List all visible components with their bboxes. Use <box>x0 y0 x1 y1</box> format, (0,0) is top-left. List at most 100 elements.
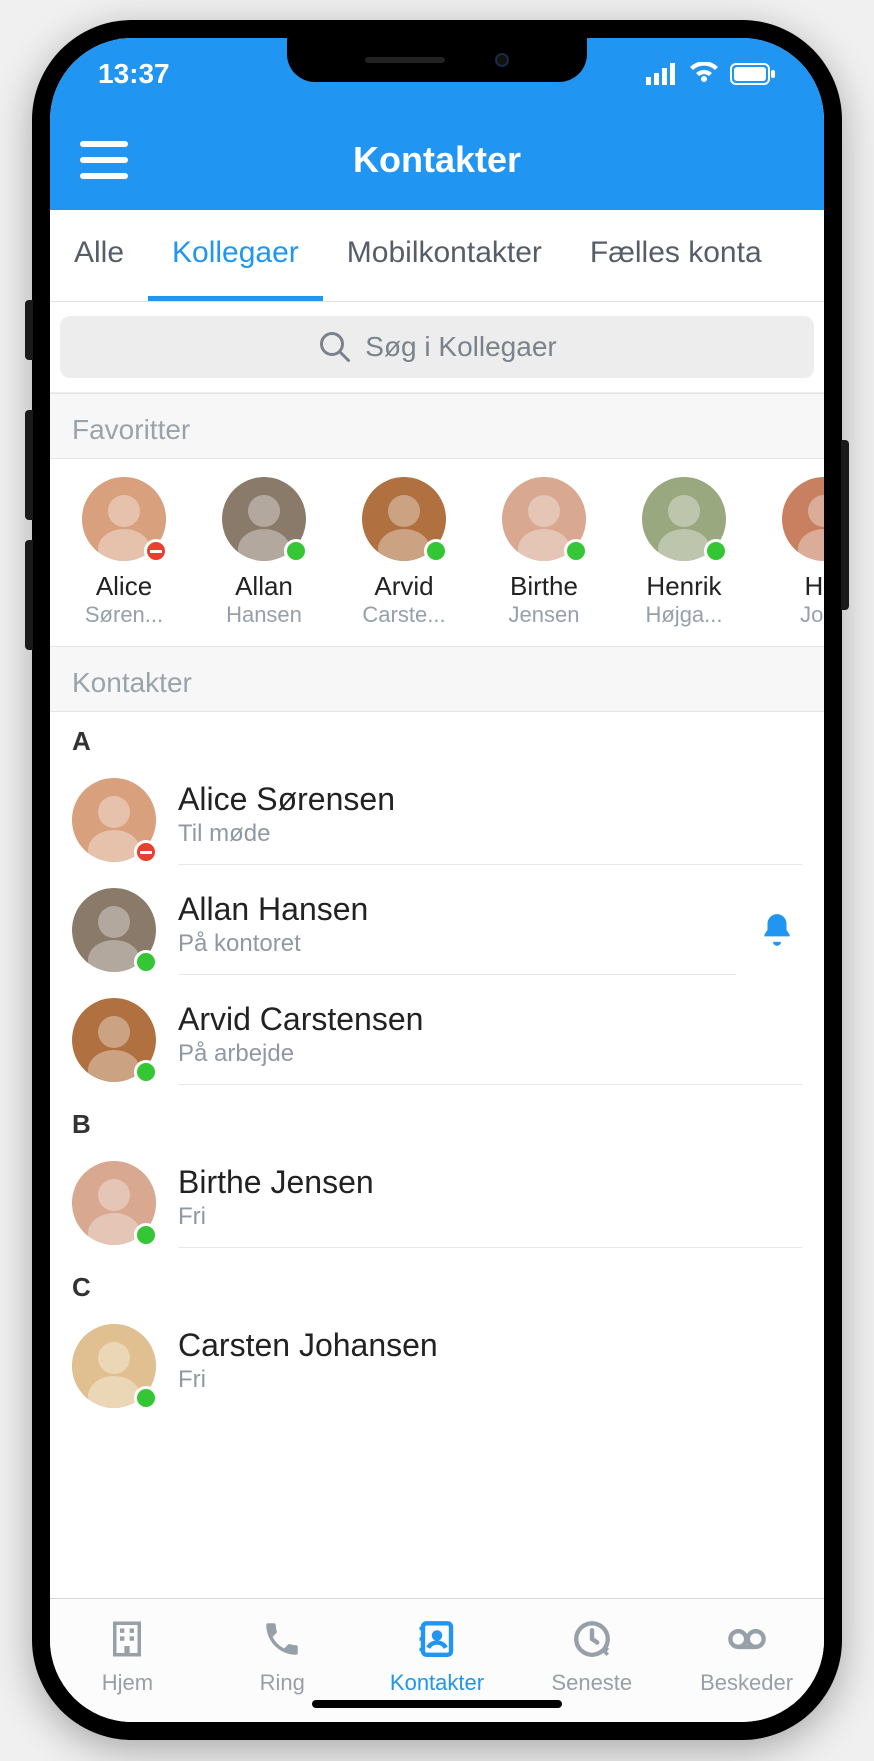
contact-name: Birthe Jensen <box>178 1164 802 1201</box>
battery-icon <box>730 63 776 85</box>
presence-green-icon <box>134 1060 158 1084</box>
favorite-last-name: Hansen <box>208 602 320 628</box>
tabbar-label: Seneste <box>551 1670 632 1696</box>
contact-row[interactable]: Arvid Carstensen På arbejde <box>50 985 824 1095</box>
contact-info: Allan Hansen På kontoret <box>178 885 736 975</box>
avatar <box>82 477 166 561</box>
contact-info: Alice Sørensen Til møde <box>178 775 802 865</box>
phone-icon <box>261 1618 303 1666</box>
section-letter: C <box>50 1258 824 1311</box>
favorite-first-name: Allan <box>208 571 320 602</box>
contact-row[interactable]: Alice Sørensen Til møde <box>50 765 824 875</box>
contact-status: På kontoret <box>178 930 736 958</box>
status-time: 13:37 <box>98 58 170 90</box>
contact-info: Carsten Johansen Fri <box>178 1321 802 1410</box>
avatar <box>222 477 306 561</box>
status-icons <box>646 62 776 86</box>
contacts-icon <box>416 1618 458 1666</box>
favorite-first-name: Alice <box>68 571 180 602</box>
cellular-icon <box>646 63 678 85</box>
wifi-icon <box>688 62 720 86</box>
home-indicator[interactable] <box>312 1700 562 1708</box>
contact-name: Arvid Carstensen <box>178 1001 802 1038</box>
tab-kollegaer[interactable]: Kollegaer <box>148 210 323 301</box>
presence-green-icon <box>704 539 728 563</box>
favorite-last-name: Carste... <box>348 602 460 628</box>
presence-green-icon <box>424 539 448 563</box>
avatar <box>72 998 156 1082</box>
voicemail-icon <box>726 1618 768 1666</box>
favorite-first-name: Hel <box>768 571 824 602</box>
favorites-row[interactable]: Alice Søren... Allan Hansen Arvid Carste… <box>50 459 824 646</box>
favorite-last-name: Jensen <box>488 602 600 628</box>
avatar <box>782 477 824 561</box>
page-title: Kontakter <box>50 139 824 181</box>
avatar <box>642 477 726 561</box>
search-placeholder: Søg i Kollegaer <box>365 331 556 363</box>
favorite-first-name: Arvid <box>348 571 460 602</box>
presence-green-icon <box>284 539 308 563</box>
contacts-list[interactable]: A Alice Sørensen Til møde Allan Hansen P… <box>50 712 824 1598</box>
avatar <box>502 477 586 561</box>
avatar <box>72 778 156 862</box>
favorite-item[interactable]: Allan Hansen <box>208 477 320 628</box>
contact-row[interactable]: Carsten Johansen Fri <box>50 1311 824 1420</box>
side-button <box>25 540 33 650</box>
section-letter: A <box>50 712 824 765</box>
presence-red-icon <box>144 539 168 563</box>
presence-red-icon <box>134 840 158 864</box>
side-button <box>25 410 33 520</box>
bell-icon <box>758 911 796 949</box>
tab-mobilkontakter[interactable]: Mobilkontakter <box>323 210 566 301</box>
tabbar-voicemail[interactable]: Beskeder <box>669 1599 824 1714</box>
avatar <box>72 1161 156 1245</box>
contacts-header: Kontakter <box>50 646 824 712</box>
tab-alle[interactable]: Alle <box>50 210 148 301</box>
tabbar-contacts[interactable]: Kontakter <box>360 1599 515 1714</box>
menu-button[interactable] <box>80 141 128 179</box>
tab-fælles konta[interactable]: Fælles konta <box>566 210 786 301</box>
tabbar-phone[interactable]: Ring <box>205 1599 360 1714</box>
favorite-item[interactable]: Hel John <box>768 477 824 628</box>
favorites-header: Favoritter <box>50 393 824 459</box>
favorite-item[interactable]: Henrik Højga... <box>628 477 740 628</box>
avatar <box>72 888 156 972</box>
phone-frame: 13:37 Kontakter AlleKollegaerMobilkontak… <box>32 20 842 1740</box>
search-container: Søg i Kollegaer <box>50 302 824 393</box>
favorite-last-name: John <box>768 602 824 628</box>
contact-row[interactable]: Birthe Jensen Fri <box>50 1148 824 1258</box>
contact-info: Arvid Carstensen På arbejde <box>178 995 802 1085</box>
building-icon <box>106 1618 148 1666</box>
tab-bar: AlleKollegaerMobilkontakterFælles konta <box>50 210 824 302</box>
side-button <box>841 440 849 610</box>
contact-status: Fri <box>178 1203 802 1231</box>
tabbar-label: Kontakter <box>390 1670 484 1696</box>
tabbar-building[interactable]: Hjem <box>50 1599 205 1714</box>
search-input[interactable]: Søg i Kollegaer <box>60 316 814 378</box>
contact-name: Alice Sørensen <box>178 781 802 818</box>
avatar <box>72 1324 156 1408</box>
contact-name: Allan Hansen <box>178 891 736 928</box>
side-button <box>25 300 33 360</box>
presence-green-icon <box>564 539 588 563</box>
favorite-last-name: Højga... <box>628 602 740 628</box>
avatar <box>362 477 446 561</box>
search-icon <box>317 329 353 365</box>
screen: 13:37 Kontakter AlleKollegaerMobilkontak… <box>50 38 824 1722</box>
favorite-first-name: Henrik <box>628 571 740 602</box>
favorite-item[interactable]: Birthe Jensen <box>488 477 600 628</box>
presence-green-icon <box>134 1223 158 1247</box>
favorite-item[interactable]: Alice Søren... <box>68 477 180 628</box>
contact-info: Birthe Jensen Fri <box>178 1158 802 1248</box>
tabbar-label: Hjem <box>102 1670 153 1696</box>
app-header: Kontakter <box>50 110 824 210</box>
clock-icon <box>571 1618 613 1666</box>
tabbar-clock[interactable]: Seneste <box>514 1599 669 1714</box>
notch <box>287 38 587 82</box>
section-letter: B <box>50 1095 824 1148</box>
favorite-item[interactable]: Arvid Carste... <box>348 477 460 628</box>
contact-name: Carsten Johansen <box>178 1327 802 1364</box>
tabbar-label: Ring <box>260 1670 305 1696</box>
contact-row[interactable]: Allan Hansen På kontoret <box>50 875 824 985</box>
presence-green-icon <box>134 950 158 974</box>
